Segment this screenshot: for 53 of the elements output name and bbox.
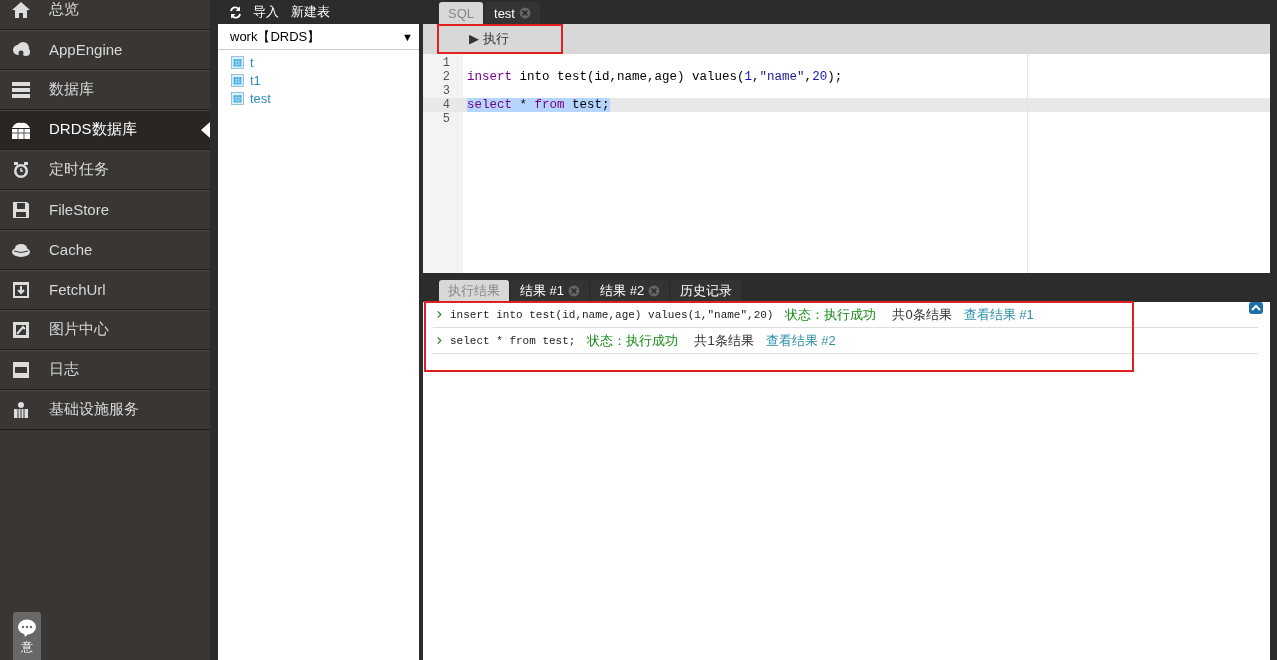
picture-icon [11, 319, 31, 340]
line-number: 3 [441, 84, 451, 98]
collapse-icon[interactable] [1249, 302, 1263, 314]
chat-icon [17, 618, 37, 638]
line-number: 2 [441, 70, 451, 84]
line-number: 5 [441, 112, 451, 126]
sidebar-item[interactable]: Cache [0, 230, 210, 270]
line-number: 1 [441, 56, 451, 70]
count-text: 共0条结果 [892, 305, 952, 324]
sidebar-item[interactable]: FileStore [0, 190, 210, 230]
alarm-clock-icon [11, 159, 31, 180]
table-link[interactable]: t [250, 54, 254, 70]
refresh-icon[interactable] [228, 4, 243, 20]
cubes-icon [11, 399, 31, 420]
code-line: insert into test(id,name,age) values(1,"name",20); [467, 70, 843, 84]
query-text: insert into test(id,name,age) values(1,"name",20) [450, 308, 774, 321]
table-icon [231, 91, 244, 105]
table-icon [231, 55, 244, 69]
sidebar-item[interactable]: 日志 [0, 350, 210, 390]
sidebar-item[interactable]: 基础设施服务 [0, 390, 210, 430]
line-number: 4 [423, 98, 463, 112]
query-text: select * from test; [450, 334, 576, 347]
toolbar-link[interactable]: 导入 [253, 3, 279, 21]
count-text: 共1条结果 [694, 331, 754, 350]
tab[interactable]: 结果 #1 [511, 280, 590, 302]
sidebar-item[interactable]: AppEngine [0, 30, 210, 70]
close-icon[interactable] [519, 7, 531, 19]
table-link[interactable]: test [250, 90, 271, 106]
tab[interactable]: test [485, 2, 540, 24]
home-icon [11, 0, 31, 20]
feedback-button[interactable]: 意 [13, 612, 41, 660]
sidebar-item[interactable]: 图片中心 [0, 310, 210, 350]
table-link[interactable]: t1 [250, 72, 261, 88]
sidebar-item[interactable]: 总览 [0, 0, 210, 30]
sidebar-item[interactable]: DRDS数据库 [0, 110, 210, 150]
close-icon[interactable] [648, 285, 661, 297]
status-text: 状态：执行成功 [587, 331, 679, 350]
table-icon [231, 73, 244, 87]
stack-icon [11, 79, 31, 100]
sidebar-item[interactable]: 定时任务 [0, 150, 210, 190]
tab[interactable]: 历史记录 [671, 280, 742, 302]
view-result-link[interactable]: 查看结果 #2 [765, 331, 836, 350]
view-result-link[interactable]: 查看结果 #1 [963, 305, 1034, 324]
download-icon [11, 279, 31, 300]
chevron-icon [435, 335, 444, 346]
chevron-icon [435, 309, 444, 320]
tab[interactable]: 结果 #2 [591, 280, 670, 302]
toolbar-link[interactable]: 新建表 [291, 3, 330, 21]
status-text: 状态：执行成功 [785, 305, 877, 324]
sidebar-item[interactable]: FetchUrl [0, 270, 210, 310]
notebook-icon [11, 359, 31, 380]
run-button[interactable]: ▶ 执行 [437, 24, 563, 54]
close-icon[interactable] [568, 285, 581, 297]
